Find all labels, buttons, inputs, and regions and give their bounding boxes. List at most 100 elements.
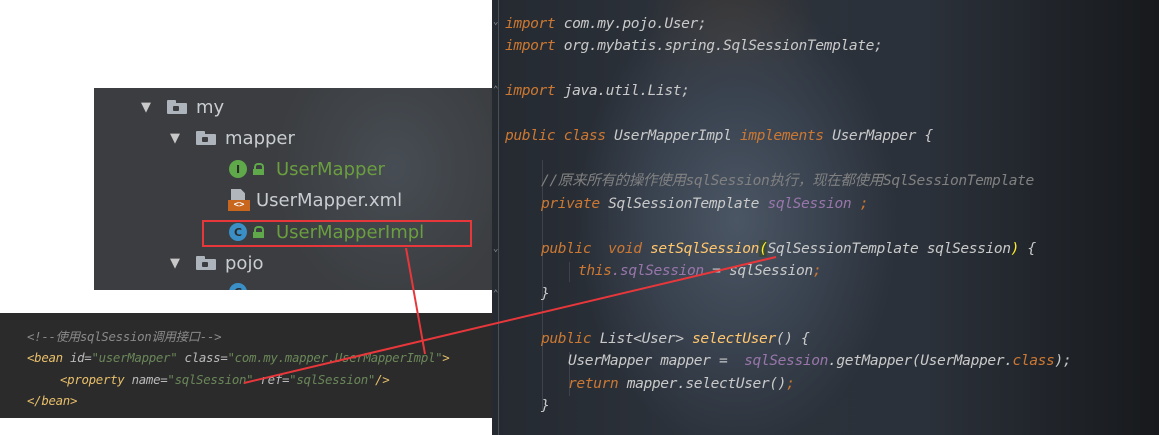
xml-value: "sqlSession" [289,372,376,387]
xml-value: "com.my.mapper.UserMapperImpl" [227,350,443,365]
fold-marker-icon[interactable]: ⌃ [493,290,499,299]
code-text: UserMapper { [823,127,933,144]
field-name: .sqlSession [611,262,705,279]
code-text: ); [1054,352,1072,369]
xml-property-line[interactable]: <property name="sqlSession" ref="sqlSess… [60,371,390,389]
keyword: class [1012,352,1055,369]
code-text: { [1019,240,1036,257]
keyword: import [505,37,556,54]
tree-item-pojo[interactable]: ▼ pojo [170,249,263,277]
xml-tag: <property [60,372,125,387]
xml-value: "userMapper" [91,350,178,365]
keyword: implements [739,127,824,144]
keyword: public class [505,127,606,144]
code-line-return[interactable]: return mapper.selectUser(); [568,374,795,394]
annotation-highlight-box [202,220,472,247]
xml-comment-line[interactable]: <!--使用sqlSession调用接口--> [27,328,222,346]
tree-item-label: mapper [225,127,295,149]
xml-value: "sqlSession" [167,372,254,387]
method-name: selectUser [691,330,776,347]
bracket: ) [1010,240,1020,257]
class-name: UserMapperImpl [605,127,740,144]
code-text: } [541,285,550,302]
code-line-get-mapper[interactable]: UserMapper mapper = sqlSession.getMapper… [568,351,1072,371]
interface-icon: I [229,160,247,178]
method-name: setSqlSession [650,240,760,257]
xml-tag: > [442,350,450,365]
code-text: ; [812,262,822,279]
chevron-down-icon[interactable]: ▼ [141,100,155,115]
xml-bean-close-line[interactable]: </bean> [27,392,77,410]
xml-comment: <!--使用sqlSession调用接口--> [27,329,222,344]
code-line-setter-decl[interactable]: public void setSqlSession(SqlSessionTemp… [541,239,1036,259]
tree-item-label: my [196,96,225,118]
lock-icon [253,163,264,175]
xml-bean-line[interactable]: <bean id="userMapper" class="com.my.mapp… [27,349,450,367]
code-line-setter-body[interactable]: this.sqlSession = sqlSession; [578,261,822,281]
folder-icon [167,100,187,114]
xml-attr: class= [177,350,228,365]
type-name: SqlSessionTemplate [599,195,768,212]
code-comment: //原来所有的操作使用sqlSession执行，现在都使用SqlSessionT… [541,172,1034,189]
code-line-select-decl[interactable]: public List<User> selectUser() { [541,329,810,349]
xml-attr: ref= [253,372,290,387]
code-line-import-list[interactable]: import java.util.List; [505,81,690,101]
xml-tag: </bean> [27,393,78,408]
param-list: SqlSessionTemplate sqlSession [767,240,1011,257]
keyword: private [541,195,600,212]
keyword: public void [541,240,651,257]
tree-item-my[interactable]: ▼ my [141,93,224,121]
folder-icon [196,256,216,270]
code-line-brace[interactable]: } [541,284,550,304]
field-name: sqlSession [744,352,828,369]
field-name: sqlSession [767,195,852,212]
chevron-down-icon[interactable]: ▼ [170,131,184,146]
tree-item-usermapper[interactable]: I UserMapper [229,155,385,183]
code-line-import-template[interactable]: import org.mybatis.spring.SqlSessionTemp… [505,36,883,56]
xml-file-icon: <> [228,189,250,211]
editor-gutter [492,0,499,435]
code-text: java.util.List; [555,82,690,99]
tree-item-label: pojo [225,252,264,274]
code-text: } [541,397,550,414]
type-name: List<User> [591,330,692,347]
code-line-class-decl[interactable]: public class UserMapperImpl implements U… [505,126,933,146]
chevron-down-icon[interactable]: ▼ [170,256,184,271]
indent-guide [569,262,570,282]
keyword: import [505,82,556,99]
code-text: = sqlSession [703,262,813,279]
keyword: this [578,262,612,279]
fold-marker-icon[interactable]: ⌃ [493,86,499,95]
tree-item-mapper[interactable]: ▼ mapper [170,124,295,152]
code-editor[interactable]: ⌄ ⌃ ⌄ ⌃ import com.my.pojo.User; import … [492,0,1159,435]
tree-item-label: UserMapper [276,158,385,180]
code-line-comment[interactable]: //原来所有的操作使用sqlSession执行，现在都使用SqlSessionT… [541,171,1034,191]
code-text: mapper.selectUser() [618,375,787,392]
xml-attr: id= [62,350,92,365]
xml-tag: /> [375,372,390,387]
code-text: () { [775,330,810,347]
xml-attr: name= [124,372,168,387]
code-text: ; [786,375,795,392]
folder-icon [196,131,216,145]
code-line-field-decl[interactable]: private SqlSessionTemplate sqlSession ; [541,194,869,214]
code-text: .getMapper(UserMapper. [828,352,1013,369]
code-text: org.mybatis.spring.SqlSessionTemplate; [555,37,883,54]
keyword: import [505,15,556,32]
code-text: ; [851,195,869,212]
tree-item-label: UserMapper.xml [256,189,403,211]
keyword: public [541,330,592,347]
code-text: com.my.pojo.User; [555,15,707,32]
tree-item-usermapper-xml[interactable]: <> UserMapper.xml [228,186,402,214]
class-icon: C [229,283,247,290]
code-line-import-user[interactable]: import com.my.pojo.User; [505,14,707,34]
project-tree: ▼ my ▼ mapper I UserMapper <> UserMapper… [94,88,492,290]
xml-tag: <bean [27,350,63,365]
code-line-brace[interactable]: } [541,396,550,416]
fold-marker-icon[interactable]: ⌄ [493,245,499,254]
tree-item-user-partial[interactable]: C [229,278,253,290]
fold-marker-icon[interactable]: ⌄ [493,18,499,27]
keyword: return [568,375,619,392]
xml-config-snippet: <!--使用sqlSession调用接口--> <bean id="userMa… [0,313,492,418]
code-text: UserMapper mapper = [568,352,745,369]
